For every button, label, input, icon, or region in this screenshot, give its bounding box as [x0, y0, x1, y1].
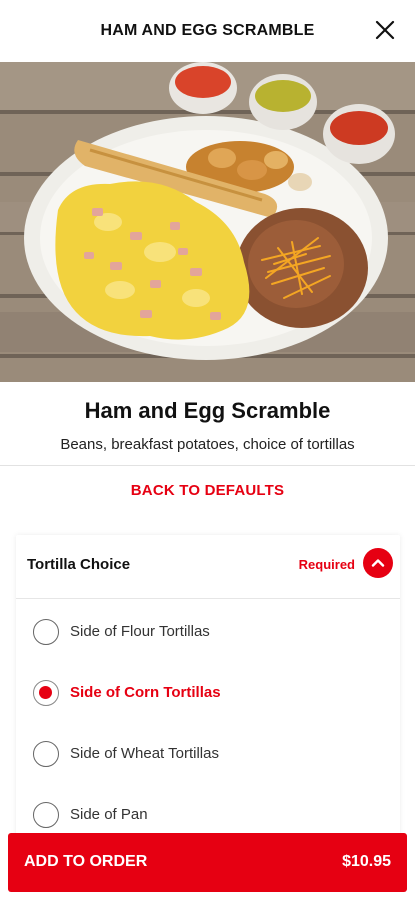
header-title: HAM AND EGG SCRAMBLE: [100, 22, 315, 39]
required-badge: Required: [298, 557, 355, 572]
option-label: Side of Wheat Tortillas: [70, 745, 219, 762]
radio-button[interactable]: [33, 619, 59, 645]
group-header[interactable]: Tortilla Choice Required: [16, 535, 400, 599]
option-label: Side of Pan: [70, 806, 148, 823]
option-pan[interactable]: Side of Pan: [33, 799, 373, 831]
radio-button[interactable]: [33, 802, 59, 828]
tortilla-choice-group: Tortilla Choice Required Side of Flour T…: [16, 535, 400, 845]
item-description: Beans, breakfast potatoes, choice of tor…: [60, 436, 355, 453]
add-to-order-button[interactable]: ADD TO ORDER $10.95: [8, 833, 407, 892]
add-to-order-label: ADD TO ORDER: [24, 853, 148, 870]
order-price: $10.95: [342, 853, 391, 870]
modal-header: HAM AND EGG SCRAMBLE: [0, 0, 415, 62]
option-label: Side of Corn Tortillas: [70, 684, 221, 701]
radio-button-selected[interactable]: [33, 680, 59, 706]
option-corn-tortillas[interactable]: Side of Corn Tortillas: [33, 677, 373, 709]
close-icon: [375, 20, 395, 40]
group-title: Tortilla Choice: [27, 556, 131, 573]
back-to-defaults-button[interactable]: BACK TO DEFAULTS: [0, 482, 415, 499]
option-flour-tortillas[interactable]: Side of Flour Tortillas: [33, 616, 373, 648]
item-info: Ham and Egg Scramble Beans, breakfast po…: [0, 398, 415, 453]
option-label: Side of Flour Tortillas: [70, 623, 210, 640]
option-wheat-tortillas[interactable]: Side of Wheat Tortillas: [33, 738, 373, 770]
radio-button[interactable]: [33, 741, 59, 767]
item-photo: [0, 62, 415, 382]
close-button[interactable]: [373, 18, 397, 42]
chevron-up-icon: [371, 559, 385, 567]
divider: [0, 465, 415, 466]
item-title: Ham and Egg Scramble: [84, 398, 331, 423]
collapse-button[interactable]: [363, 548, 393, 578]
